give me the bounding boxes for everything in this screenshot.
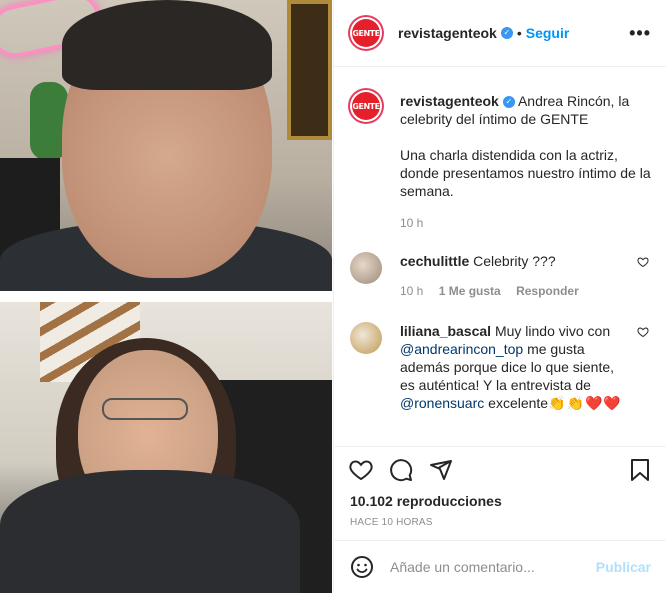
comments-section[interactable]: GENTE revistagenteok ✓ Andrea Rincón, la …: [334, 68, 666, 446]
glasses: [102, 398, 188, 420]
post-actions: 10.102 reproducciones HACE 10 HORAS: [334, 446, 666, 536]
share-send-icon[interactable]: [428, 457, 454, 483]
comment-emojis: 👏👏❤️❤️: [548, 395, 622, 411]
separator-dot: •: [516, 25, 522, 41]
reply-button[interactable]: Responder: [516, 284, 579, 298]
add-comment-bar: Publicar: [334, 540, 666, 593]
comment-likes[interactable]: 1 Me gusta: [439, 284, 501, 298]
commenter-avatar[interactable]: [350, 322, 382, 354]
caption-time[interactable]: 10 h: [400, 216, 423, 230]
post-time-ago[interactable]: HACE 10 HORAS: [350, 517, 433, 528]
comment-username[interactable]: cechulittle: [400, 253, 469, 269]
caption-avatar[interactable]: GENTE: [348, 88, 384, 124]
comment-input[interactable]: [390, 555, 590, 579]
like-heart-icon[interactable]: [348, 457, 374, 483]
video-divider: [0, 291, 332, 302]
comment-username[interactable]: liliana_bascal: [400, 323, 491, 339]
like-comment-icon[interactable]: [637, 256, 649, 271]
comment-time[interactable]: 10 h: [400, 284, 423, 298]
caption-body: Una charla distendida con la actriz, don…: [400, 147, 651, 199]
views-count[interactable]: 10.102 reproducciones: [350, 493, 502, 509]
caption-text: revistagenteok ✓ Andrea Rincón, la celebr…: [400, 92, 660, 200]
post-side-panel: GENTE revistagenteok ✓ • Seguir ••• GENT…: [333, 0, 666, 593]
person-hair: [62, 0, 272, 90]
comment-bubble-icon[interactable]: [388, 457, 414, 483]
verified-badge-icon: ✓: [502, 96, 515, 109]
publish-button[interactable]: Publicar: [596, 559, 651, 575]
post-header: GENTE revistagenteok ✓ • Seguir •••: [334, 0, 666, 67]
header-username[interactable]: revistagenteok: [398, 25, 497, 41]
video-media[interactable]: [0, 0, 332, 593]
comment-text: cechulittle Celebrity ???: [400, 253, 556, 269]
caption-username[interactable]: revistagenteok: [400, 93, 499, 109]
video-top-feed: [0, 0, 332, 291]
account-avatar[interactable]: GENTE: [348, 15, 384, 51]
person-tshirt: [0, 470, 300, 593]
more-options-icon[interactable]: •••: [629, 23, 651, 44]
comment-text: liliana_bascal Muy lindo vivo con @andre…: [400, 323, 622, 411]
commenter-avatar[interactable]: [350, 252, 382, 284]
instagram-post: GENTE revistagenteok ✓ • Seguir ••• GENT…: [0, 0, 666, 593]
like-comment-icon[interactable]: [637, 326, 649, 341]
mention-link[interactable]: @ronensuarc: [400, 395, 484, 411]
verified-badge-icon: ✓: [500, 27, 513, 39]
picture-frame: [287, 0, 332, 140]
mention-link[interactable]: @andrearincon_top: [400, 341, 523, 357]
save-bookmark-icon[interactable]: [627, 457, 653, 483]
comment-meta: 10 h 1 Me gusta Responder: [400, 284, 591, 298]
gente-logo: GENTE: [352, 19, 380, 47]
emoji-smile-icon[interactable]: [350, 555, 374, 579]
follow-button[interactable]: Seguir: [526, 25, 570, 41]
